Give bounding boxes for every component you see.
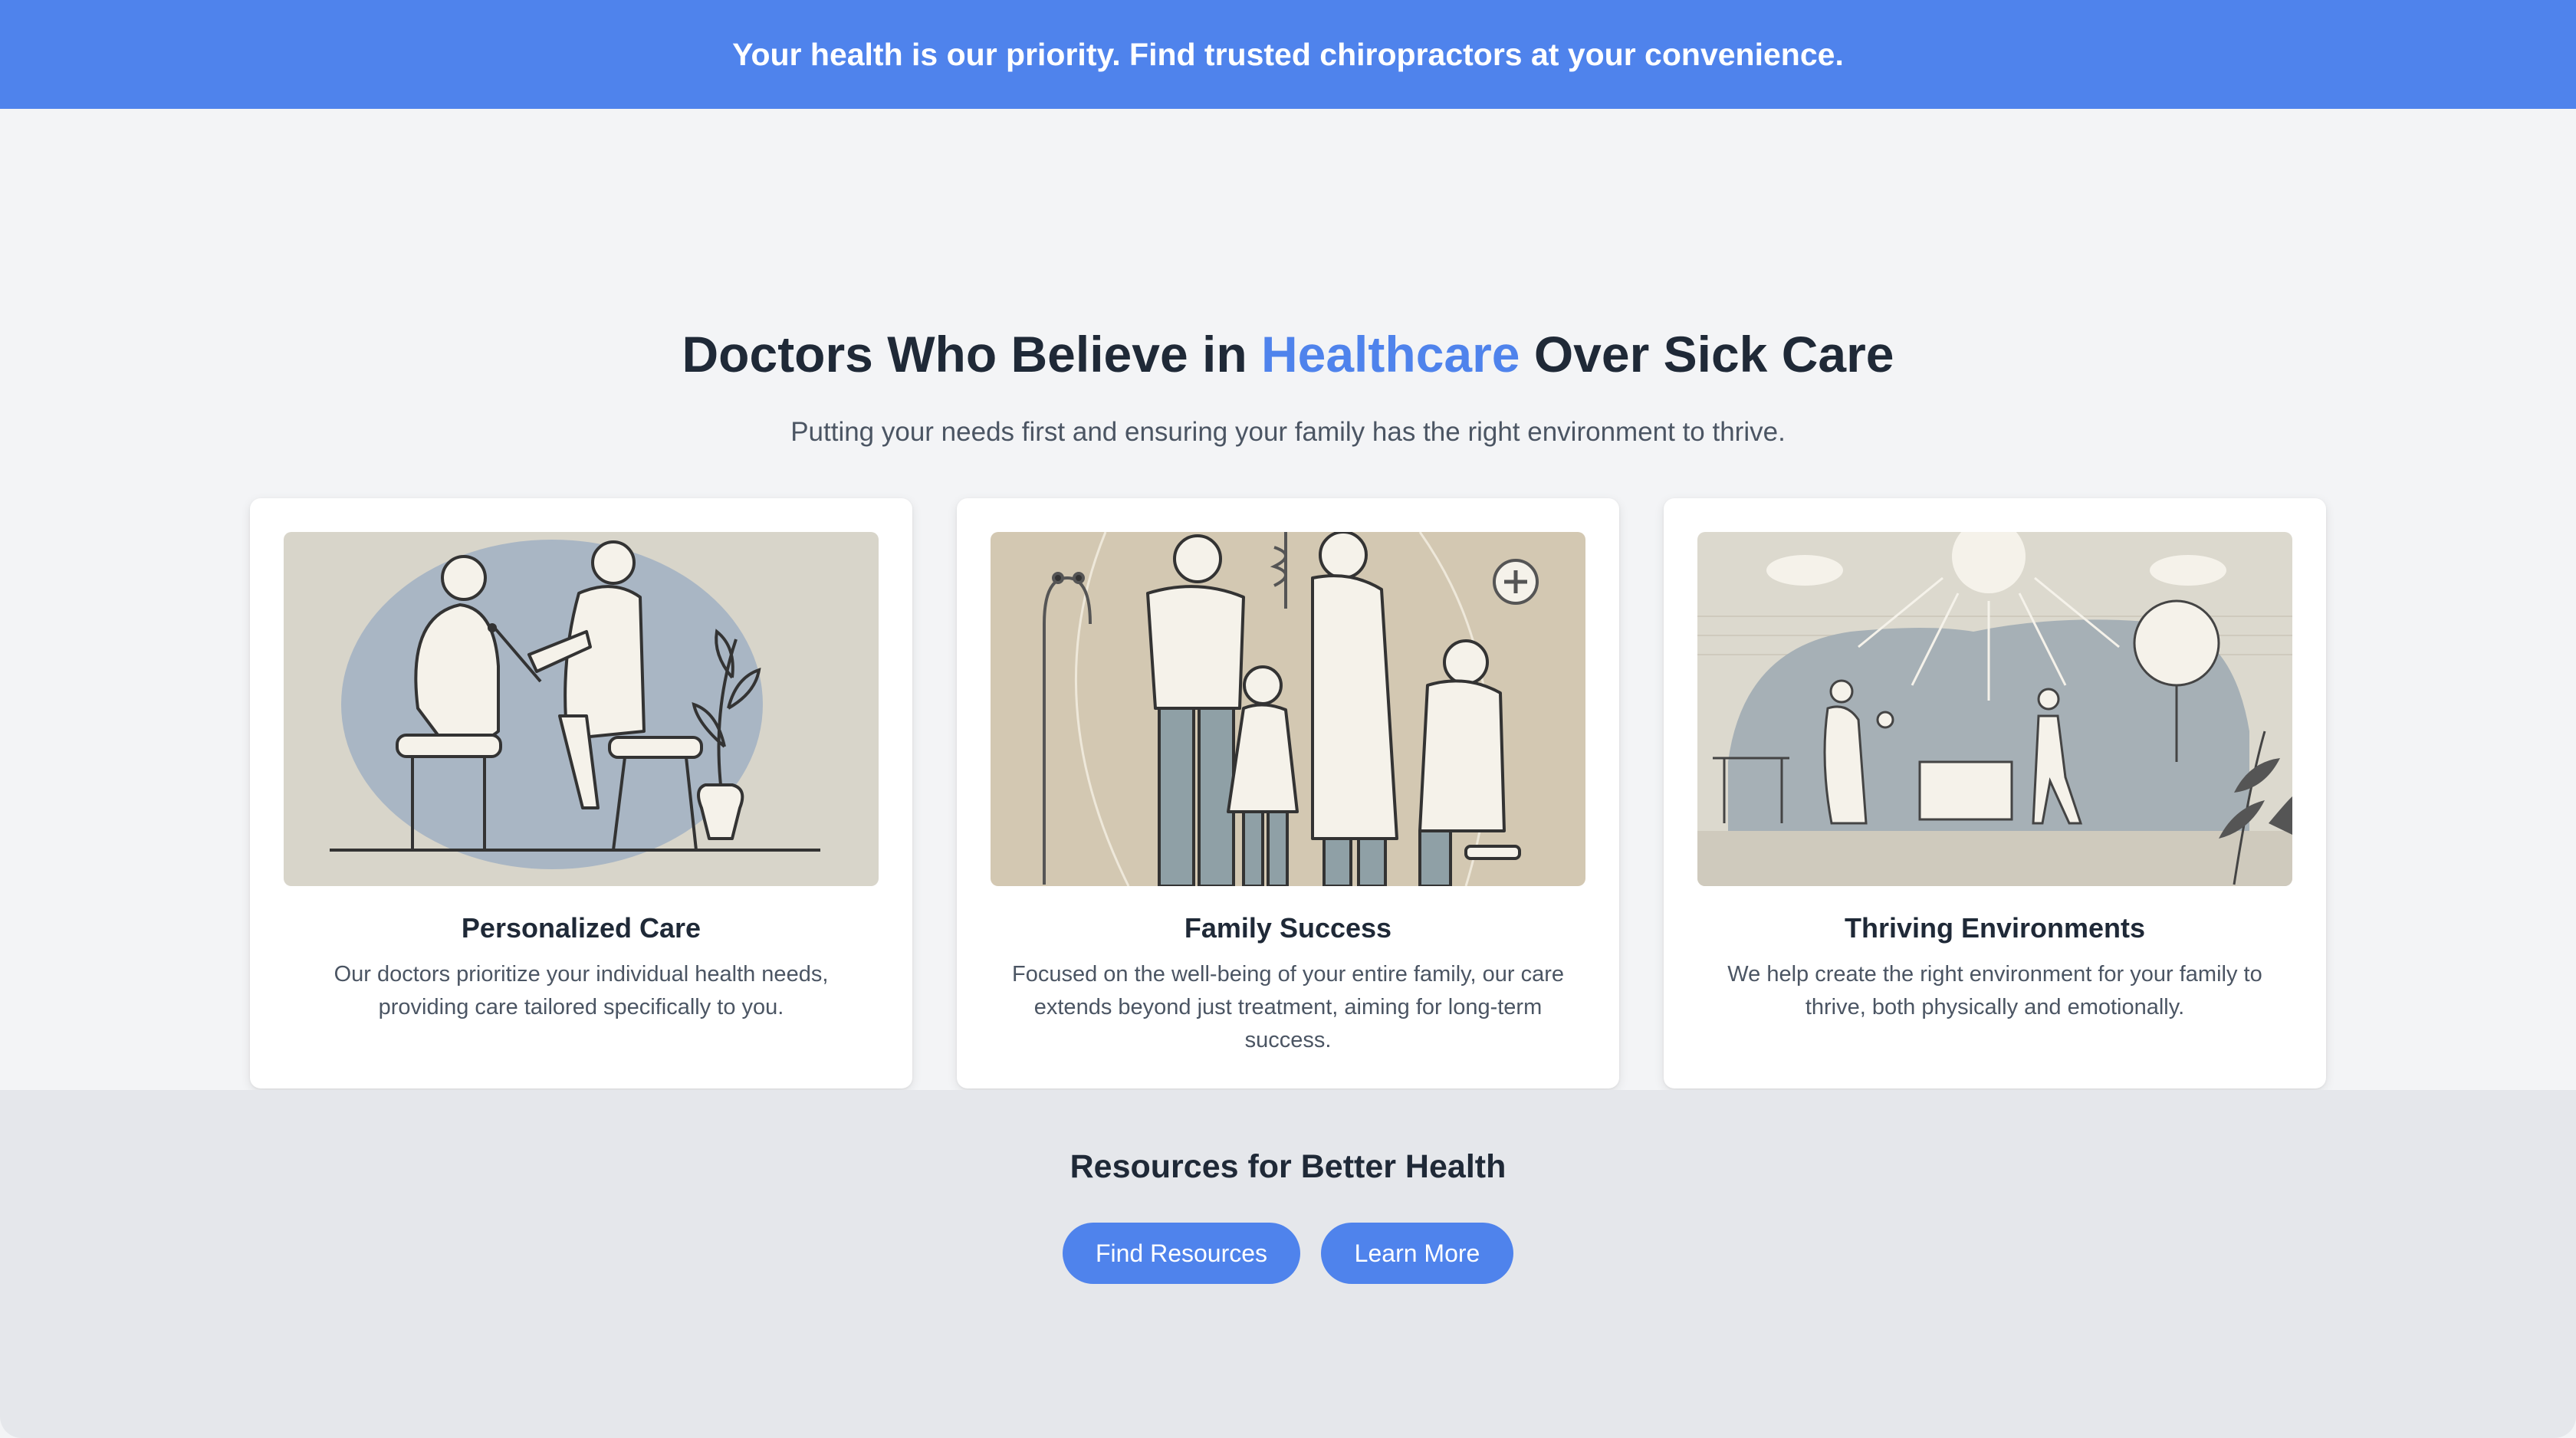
- hero-title-end: Over Sick Care: [1520, 326, 1894, 382]
- resources-section: Resources for Better Health Find Resourc…: [0, 1090, 2576, 1438]
- banner-text: Your health is our priority. Find truste…: [732, 36, 1844, 72]
- card-title: Personalized Care: [461, 912, 702, 944]
- hero-title-accent: Healthcare: [1260, 326, 1520, 382]
- card-family-success: Family Success Focused on the well-being…: [957, 498, 1619, 1088]
- card-thriving-environments: Thriving Environments We help create the…: [1664, 498, 2326, 1088]
- doctor-examining-patient-illustration: [284, 532, 879, 886]
- card-title: Family Success: [1184, 912, 1392, 944]
- feature-cards: Personalized Care Our doctors prioritize…: [250, 498, 2328, 1088]
- card-personalized-care: Personalized Care Our doctors prioritize…: [250, 498, 912, 1088]
- learn-more-button[interactable]: Learn More: [1321, 1223, 1513, 1284]
- hero-section: Doctors Who Believe in Healthcare Over S…: [0, 109, 2576, 1090]
- find-resources-button[interactable]: Find Resources: [1063, 1223, 1300, 1284]
- family-with-doctors-illustration: [991, 532, 1585, 886]
- hero-title: Doctors Who Believe in Healthcare Over S…: [0, 325, 2576, 383]
- card-text: We help create the right environment for…: [1727, 962, 2262, 1019]
- top-banner: Your health is our priority. Find truste…: [0, 0, 2576, 109]
- hero-subtitle: Putting your needs first and ensuring yo…: [790, 417, 1786, 447]
- page: Your health is our priority. Find truste…: [0, 0, 2576, 1438]
- resources-title: Resources for Better Health: [1070, 1148, 1506, 1185]
- hero-title-start: Doctors Who Believe in: [682, 326, 1261, 382]
- card-title: Thriving Environments: [1844, 912, 2146, 944]
- card-text: Our doctors prioritize your individual h…: [334, 962, 829, 1019]
- card-text: Focused on the well-being of your entire…: [1012, 962, 1564, 1052]
- sunny-outdoor-family-illustration: [1697, 532, 2292, 886]
